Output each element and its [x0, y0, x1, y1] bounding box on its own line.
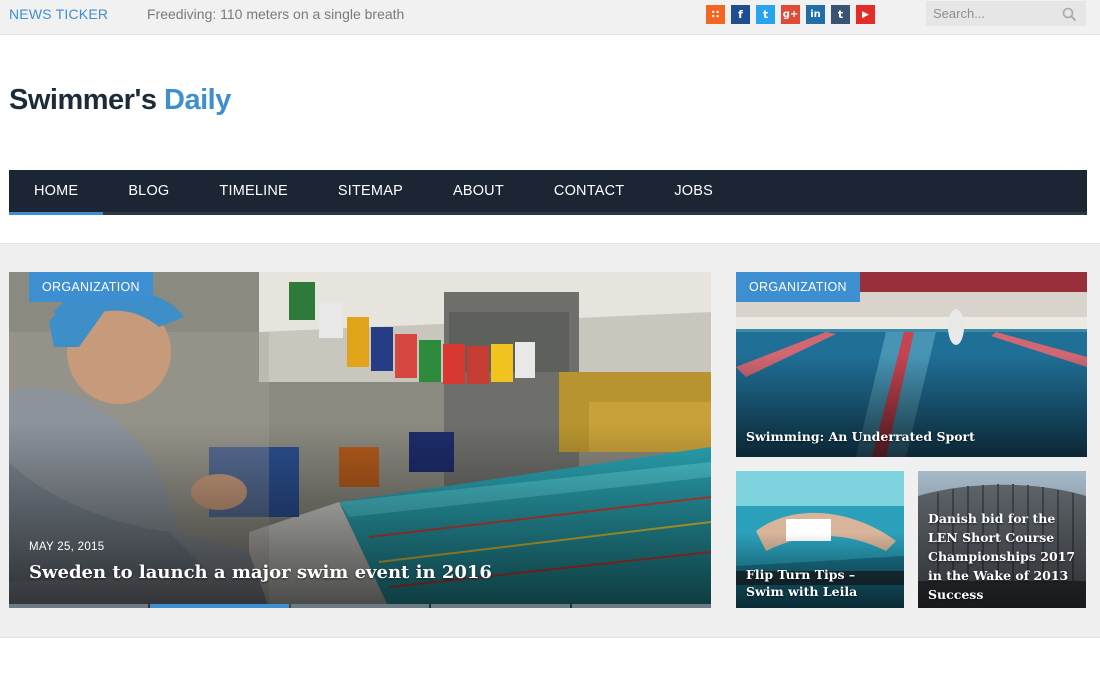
google-plus-icon[interactable]: g+ — [781, 5, 800, 24]
slider-dot[interactable] — [290, 604, 430, 608]
news-ticker-label: NEWS TICKER — [9, 6, 109, 22]
nav-item-jobs[interactable]: JOBS — [649, 170, 738, 212]
side-post-card[interactable]: ORGANIZATION Swimming: An Underrated Spo… — [736, 272, 1087, 457]
slider-dot-active[interactable] — [149, 604, 289, 608]
slider-dot[interactable] — [431, 604, 571, 608]
featured-post-title[interactable]: Sweden to launch a major swim event in 2… — [29, 562, 492, 583]
linkedin-icon[interactable]: in — [806, 5, 825, 24]
nav-item-timeline[interactable]: TIMELINE — [194, 170, 312, 212]
search-input[interactable] — [926, 1, 1056, 26]
search-icon[interactable] — [1062, 7, 1076, 21]
site-logo[interactable]: Swimmer's Daily — [9, 84, 231, 117]
featured-post-card[interactable]: ORGANIZATION MAY 25, 2015 Sweden to laun… — [9, 272, 711, 608]
side-post-card[interactable]: Flip Turn Tips – Swim with Leila — [736, 471, 904, 608]
logo-accent-text: Daily — [164, 84, 231, 116]
side-post-card[interactable]: Danish bid for the LEN Short Course Cham… — [918, 471, 1086, 608]
nav-item-about[interactable]: ABOUT — [428, 170, 529, 212]
slider-dot[interactable] — [572, 604, 711, 608]
side-post-title[interactable]: Flip Turn Tips – Swim with Leila — [746, 566, 896, 600]
side-post-title[interactable]: Danish bid for the LEN Short Course Cham… — [928, 509, 1078, 604]
nav-item-contact[interactable]: CONTACT — [529, 170, 649, 212]
news-ticker-headline[interactable]: Freediving: 110 meters on a single breat… — [147, 6, 404, 22]
tumblr-icon[interactable]: t — [831, 5, 850, 24]
nav-item-blog[interactable]: BLOG — [103, 170, 194, 212]
main-nav: HOME BLOG TIMELINE SITEMAP ABOUT CONTACT… — [9, 170, 1087, 215]
nav-item-sitemap[interactable]: SITEMAP — [313, 170, 428, 212]
youtube-icon[interactable]: ▶ — [856, 5, 875, 24]
slider-indicator — [9, 604, 711, 608]
twitter-icon[interactable]: t — [756, 5, 775, 24]
post-date: MAY 25, 2015 — [29, 541, 105, 553]
slider-dot[interactable] — [9, 604, 148, 608]
top-bar: NEWS TICKER Freediving: 110 meters on a … — [0, 0, 1100, 35]
side-post-title[interactable]: Swimming: An Underrated Sport — [746, 429, 975, 444]
nav-item-home[interactable]: HOME — [9, 170, 104, 215]
search-box — [926, 1, 1086, 26]
rss-icon[interactable]: ∷ — [706, 5, 725, 24]
facebook-icon[interactable]: f — [731, 5, 750, 24]
category-badge[interactable]: ORGANIZATION — [736, 272, 860, 302]
category-badge[interactable]: ORGANIZATION — [29, 272, 153, 302]
logo-text: Swimmer's — [9, 84, 165, 116]
social-links: ∷ f t g+ in t ▶ — [706, 5, 875, 24]
